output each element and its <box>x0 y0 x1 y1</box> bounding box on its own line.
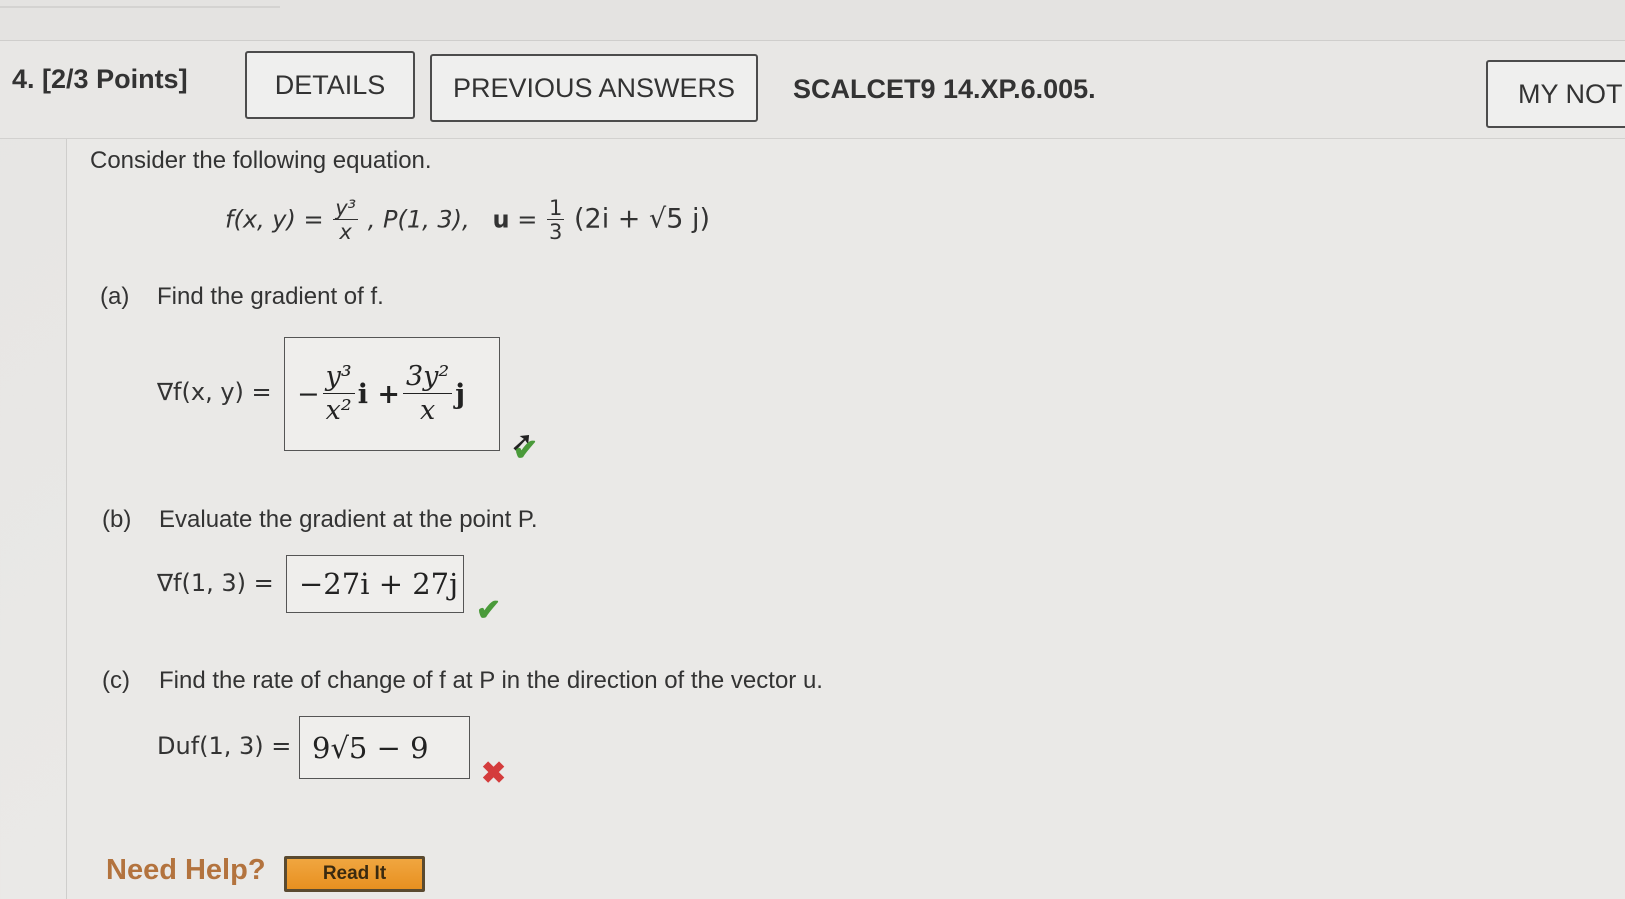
need-help-label: Need Help? <box>106 854 266 886</box>
check-icon: ✔ <box>513 434 539 467</box>
u-vector: (2i + √5 j) <box>574 203 711 235</box>
function-lhs: f(x, y) = <box>225 205 324 234</box>
function-denominator: x <box>339 220 352 244</box>
question-number: 4. [2/3 Points] <box>12 64 188 95</box>
part-c-label: (c) <box>102 667 130 694</box>
top-strip <box>0 0 1625 41</box>
check-icon: ✔ <box>476 594 502 627</box>
part-c-lhs: Duf(1, 3) = <box>157 732 292 760</box>
part-a-term2-den: x <box>420 395 436 426</box>
part-a-term2: 3y² x <box>402 362 453 426</box>
u-fraction: 1 3 <box>546 196 565 244</box>
part-b-answer-field[interactable]: −27i + 27j <box>286 555 464 613</box>
part-a-answer-field[interactable]: − y³ x² i + 3y² x j <box>284 337 500 451</box>
part-a-term1: y³ x² <box>322 362 355 426</box>
part-a-sign: − <box>297 378 320 410</box>
source-code: SCALCET9 14.XP.6.005. <box>793 74 1096 104</box>
function-fraction: y³ x <box>333 196 359 244</box>
point-p: , P(1, 3), <box>367 205 470 234</box>
part-a-term1-unit: i + <box>357 378 400 410</box>
part-a-term2-unit: j <box>455 378 466 410</box>
u-label: u <box>492 205 510 234</box>
tab-edge <box>0 0 280 8</box>
u-numerator: 1 <box>546 196 565 220</box>
part-a-term1-num: y³ <box>322 362 355 394</box>
my-notes-button[interactable]: MY NOT <box>1486 60 1625 128</box>
previous-answers-button[interactable]: PREVIOUS ANSWERS <box>430 54 758 122</box>
points-label: [2/3 Points] <box>42 64 188 94</box>
cross-icon: ✖ <box>481 757 507 790</box>
part-a-term1-den: x² <box>325 395 352 426</box>
question-number-label: 4. <box>12 64 35 94</box>
part-c-text: Find the rate of change of f at P in the… <box>159 667 823 694</box>
part-a-text: Find the gradient of f. <box>157 283 384 310</box>
part-b-text: Evaluate the gradient at the point P. <box>159 506 538 533</box>
part-c-answer-field[interactable]: 9√5 − 9 <box>299 716 470 779</box>
part-b-lhs: ∇f(1, 3) = <box>157 569 274 597</box>
part-a-label: (a) <box>100 283 130 310</box>
part-a-term2-num: 3y² <box>402 362 453 394</box>
read-it-button[interactable]: Read It <box>284 856 425 892</box>
details-button[interactable]: DETAILS <box>245 51 415 119</box>
function-equation: f(x, y) = y³ x , P(1, 3), u = 1 3 (2i + … <box>225 198 710 243</box>
part-b-label: (b) <box>102 506 132 533</box>
u-denominator: 3 <box>548 220 563 244</box>
part-a-lhs: ∇f(x, y) = <box>157 378 272 406</box>
u-equals: = <box>517 205 538 234</box>
problem-intro: Consider the following equation. <box>90 147 432 174</box>
function-numerator: y³ <box>333 196 359 220</box>
